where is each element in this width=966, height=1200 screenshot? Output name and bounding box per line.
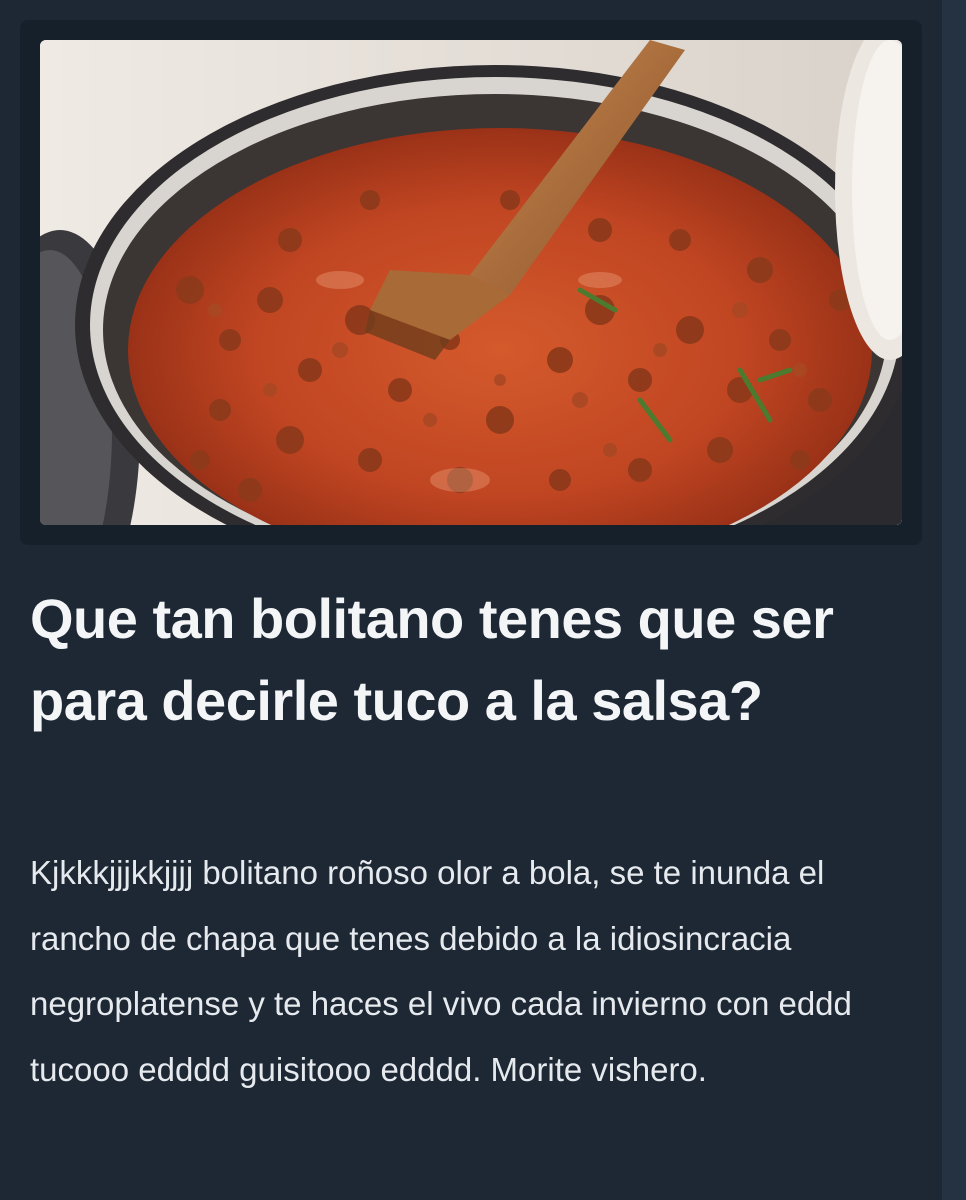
post-title: Que tan bolitano tenes que ser para deci… (30, 587, 834, 732)
post-body: Kjkkkjjjkkjjjj bolitano roñoso olor a bo… (30, 854, 852, 1088)
sauce-pan-illustration (40, 40, 902, 525)
post-image[interactable] (40, 40, 902, 525)
scrollbar-track (942, 0, 966, 1200)
image-card[interactable] (20, 20, 922, 545)
